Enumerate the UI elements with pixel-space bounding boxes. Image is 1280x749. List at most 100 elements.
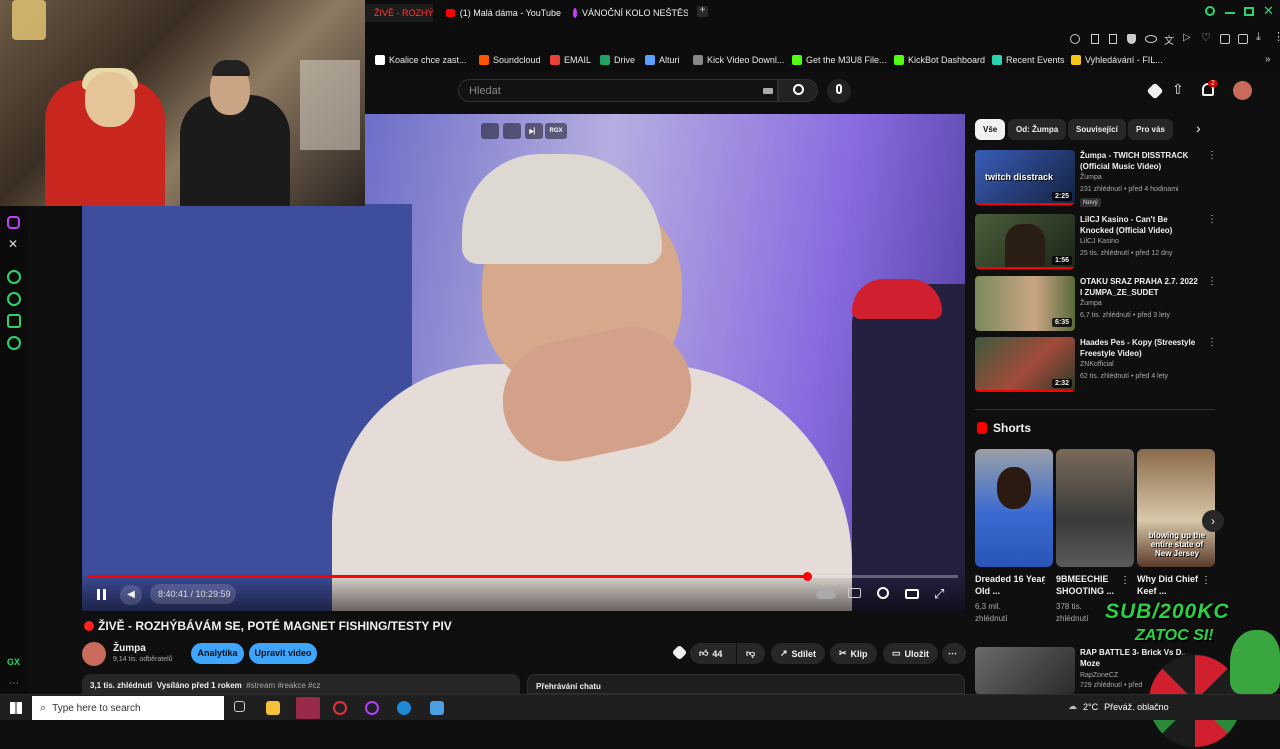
rgx-badge[interactable]: RGX <box>545 123 567 139</box>
recommended-video[interactable]: twitch disstrack 2:25 Žumpa - TWICH DISS… <box>975 150 1217 208</box>
bookmark-2[interactable]: EMAIL <box>550 55 591 65</box>
analytics-button[interactable]: Analytika <box>191 643 244 664</box>
account-avatar[interactable] <box>1233 81 1252 100</box>
recommended-video[interactable]: 6:35 OTAKU SRAZ PRAHA 2.7. 2022 I ZUMPA_… <box>975 276 1217 334</box>
zoom-icon[interactable] <box>1070 34 1080 44</box>
opera-gx-icon[interactable] <box>333 701 347 715</box>
shield-icon[interactable] <box>1127 34 1136 44</box>
bookmark-icon[interactable] <box>1109 34 1117 44</box>
video-thumbnail[interactable]: twitch disstrack 2:25 <box>975 150 1075 205</box>
heart-icon[interactable]: ♡ <box>1201 31 1211 44</box>
share-button[interactable]: ↗ Sdílet <box>771 643 826 664</box>
channel-name[interactable]: Žumpa <box>113 643 146 654</box>
bookmark-1[interactable]: Soundcloud <box>479 55 541 65</box>
autoplay-toggle[interactable] <box>816 590 836 599</box>
progress-bar[interactable] <box>88 572 958 581</box>
video-title[interactable]: Haades Pes - Kopy (Streestyle Freestyle … <box>1080 337 1202 359</box>
video-title[interactable]: LilCJ Kasino - Can't Be Knocked (Officia… <box>1080 214 1202 236</box>
minimize-icon[interactable] <box>1225 12 1235 14</box>
snapshot-icon[interactable] <box>1238 34 1248 44</box>
short-thumbnail[interactable] <box>1056 449 1134 567</box>
search-input[interactable]: Hledat <box>458 79 778 102</box>
file-explorer-icon[interactable] <box>266 701 280 715</box>
instagram-icon[interactable] <box>7 216 20 229</box>
edge-icon[interactable] <box>397 701 411 715</box>
short-thumbnail[interactable]: blowing up the entire state of New Jerse… <box>1137 449 1215 567</box>
pause-icon[interactable] <box>97 589 106 600</box>
channel-name[interactable]: Žumpa <box>1080 174 1102 181</box>
player-icon[interactable] <box>7 270 21 284</box>
video-thumbnail[interactable]: 1:56 <box>975 214 1075 269</box>
channel-name[interactable]: Žumpa <box>1080 300 1102 307</box>
bookmark-9[interactable]: Vyhledávání - FIL... <box>1071 55 1163 65</box>
weather-widget[interactable]: ☁ 2°C Převáž. oblačno <box>1068 701 1169 712</box>
app-icon[interactable] <box>430 701 444 715</box>
chip-for-you[interactable]: Pro vás <box>1128 119 1173 140</box>
tab-active[interactable]: ŽIVĚ - ROZHÝBÁ <box>365 4 433 22</box>
video-title[interactable]: OTAKU SRAZ PRAHA 2.7. 2022 I ZUMPA_ZE_SU… <box>1080 276 1202 298</box>
short-title[interactable]: 9BMEECHIE SHOOTING ... <box>1056 573 1126 597</box>
download-icon[interactable]: ⤓ <box>1256 31 1261 44</box>
tab-youtube[interactable]: (1) Malá dáma - YouTube <box>446 4 561 22</box>
task-view-icon[interactable] <box>234 701 245 712</box>
video-thumbnail[interactable]: 6:35 <box>975 276 1075 331</box>
chip-all[interactable]: Vše <box>975 119 1006 140</box>
recommended-video[interactable]: 2:32 Haades Pes - Kopy (Streestyle Frees… <box>975 337 1217 395</box>
pip-icon[interactable] <box>503 123 521 139</box>
theater-icon[interactable] <box>905 589 919 599</box>
gx-logo[interactable]: GX <box>7 657 20 667</box>
eye-icon[interactable] <box>1145 35 1157 43</box>
more-icon[interactable]: ⋮ <box>1120 575 1130 586</box>
translate-icon[interactable]: 文 <box>1164 32 1174 47</box>
tab-kolo[interactable]: VÁNOČNÍ KOLO NEŠTĚSTÍ <box>573 4 688 22</box>
description-box[interactable]: 3,1 tis. zhlédnutí Vysíláno před 1 rokem… <box>82 674 520 694</box>
more-icon[interactable]: ⋮ <box>1207 337 1217 348</box>
close-icon[interactable]: ✕ <box>1263 3 1274 19</box>
extensions-icon[interactable] <box>1220 34 1230 44</box>
bookmark-3[interactable]: Drive <box>600 55 635 65</box>
bookmark-8[interactable]: Recent Events <box>992 55 1065 65</box>
voice-search-button[interactable] <box>827 79 851 103</box>
more-icon[interactable]: ⋮ <box>1207 214 1217 225</box>
short-title[interactable]: Dreaded 16 Year Old ... <box>975 573 1045 597</box>
bookmark-6[interactable]: Get the M3U8 File... <box>792 55 887 65</box>
create-icon[interactable] <box>1146 82 1164 100</box>
settings-icon[interactable] <box>7 336 21 350</box>
obs-icon[interactable] <box>365 701 379 715</box>
bookmark-4[interactable]: Alturi <box>645 55 680 65</box>
save-button[interactable]: ▭ Uložit <box>883 643 939 664</box>
dislike-button[interactable]: 👎︎ <box>737 643 765 664</box>
app-icon[interactable] <box>296 697 320 719</box>
extensions-icon[interactable] <box>7 314 21 328</box>
hashtags[interactable]: #stream #reakce #cz <box>246 681 320 690</box>
chips-next-icon[interactable]: › <box>1196 120 1201 136</box>
progress-scrubber[interactable] <box>802 572 812 581</box>
bookmark-5[interactable]: Kick Video Downl... <box>693 55 784 65</box>
create-icon[interactable] <box>671 644 688 661</box>
fullscreen-icon[interactable]: ⤢ <box>934 586 944 602</box>
channel-avatar[interactable] <box>82 642 106 666</box>
play-icon[interactable]: ▷ <box>1183 32 1191 43</box>
chat-replay[interactable]: Přehrávání chatu <box>527 674 965 694</box>
recommended-video[interactable]: 1:56 LilCJ Kasino - Can't Be Knocked (Of… <box>975 214 1217 272</box>
keyboard-icon[interactable] <box>763 88 773 94</box>
video-thumbnail[interactable]: 2:32 <box>975 337 1075 392</box>
x-icon[interactable]: ✕ <box>8 237 18 251</box>
pin-icon[interactable] <box>1091 34 1099 44</box>
menu-icon[interactable]: ⋮ <box>1273 30 1280 43</box>
settings-icon[interactable] <box>877 587 889 599</box>
shorts-next-button[interactable]: › <box>1202 510 1224 532</box>
more-icon[interactable]: ⋮ <box>1039 575 1049 586</box>
video-thumbnail[interactable] <box>975 647 1075 694</box>
search-icon[interactable] <box>1205 6 1215 16</box>
more-icon[interactable]: ⋯ <box>9 678 19 689</box>
more-icon[interactable]: ⋮ <box>1207 276 1217 287</box>
channel-name[interactable]: RapZoneCZ <box>1080 672 1118 679</box>
search-button[interactable] <box>778 79 818 102</box>
new-tab-button[interactable]: + <box>697 6 708 17</box>
more-icon[interactable]: ⋮ <box>1207 150 1217 161</box>
video-title[interactable]: Žumpa - TWICH DISSTRACK (Official Music … <box>1080 150 1202 172</box>
miniplayer-icon[interactable] <box>481 123 499 139</box>
short-title[interactable]: Why Did Chief Keef ... <box>1137 573 1207 597</box>
channel-name[interactable]: LilCJ Kasino <box>1080 238 1119 245</box>
